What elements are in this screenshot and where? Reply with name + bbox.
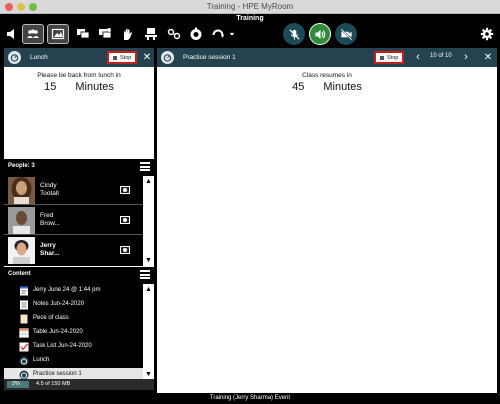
chevron-down-icon[interactable]: [227, 25, 237, 43]
content-item-label: Lunch: [33, 357, 50, 363]
timer-icon: [161, 51, 174, 64]
person-name: Cindy Tootall: [40, 182, 59, 197]
table-icon: [19, 328, 29, 338]
close-icon[interactable]: ✕: [141, 51, 153, 64]
content-item-label: Task List Jun-24-2020: [33, 343, 92, 349]
person-item[interactable]: Jerry Shar...: [4, 236, 144, 265]
stop-icon: [380, 55, 384, 60]
countdown-message: Class resumes in: [302, 72, 352, 79]
scroll-up-icon[interactable]: ▲: [143, 284, 154, 295]
avatar: [8, 207, 35, 234]
content-item-label: Jerry June 24 @ 1:44 pm: [33, 287, 101, 293]
content-item[interactable]: Table Jun-24-2020: [4, 326, 143, 340]
checklist-icon: [19, 342, 29, 352]
previous-icon[interactable]: ‹: [413, 51, 423, 64]
person-name: Jerry Shar...: [40, 242, 60, 257]
speaker-on-icon[interactable]: [309, 23, 331, 45]
room-title: Training: [236, 15, 264, 22]
window-title: Training - HPE MyRoom: [206, 2, 294, 11]
avatar: [8, 177, 35, 204]
person-name: Fred Brow...: [40, 212, 60, 227]
content-item-label: Notes Jun-24-2020: [33, 301, 85, 307]
people-title: People: 3: [8, 163, 35, 169]
countdown-number: 15: [44, 81, 57, 93]
avatar: [8, 237, 35, 264]
countdown-unit: Minutes: [75, 81, 114, 93]
content-header: Content: [4, 268, 154, 282]
timer-icon: [19, 356, 29, 366]
storage-percent: 2%: [12, 381, 20, 387]
settings-icon[interactable]: [478, 25, 496, 43]
content-item[interactable]: Task List Jun-24-2020: [4, 340, 143, 354]
menu-icon[interactable]: [140, 162, 150, 171]
left-stop-button[interactable]: Stop: [107, 51, 138, 64]
content-item[interactable]: Notes Jun-24-2020: [4, 298, 143, 312]
chat-multi-icon[interactable]: [96, 25, 114, 43]
scroll-up-icon[interactable]: ▲: [143, 176, 154, 187]
image-icon[interactable]: [47, 24, 69, 44]
content-item-label: Practice session 1: [33, 371, 82, 377]
notes-icon: [20, 300, 28, 310]
file-icon: [20, 314, 28, 324]
page-counter: 10 of 10: [430, 53, 452, 59]
left-panel-body: Please be back from lunch in 15 Minutes: [4, 67, 154, 159]
mic-muted-icon[interactable]: [283, 23, 305, 45]
speaker-icon[interactable]: [3, 25, 21, 43]
countdown-number: 45: [292, 81, 305, 93]
countdown-message: Please be back from lunch in: [37, 72, 121, 79]
storage-usage: 2% 4.5 of 150 MB: [4, 379, 154, 390]
people-scrollbar[interactable]: ▲ ▼: [143, 176, 154, 266]
video-tile-icon[interactable]: [120, 186, 130, 194]
status-bar: Training (Jerry Sharma) Event: [0, 393, 500, 404]
camera-off-icon[interactable]: [335, 23, 357, 45]
chat-icon[interactable]: [74, 25, 92, 43]
storage-text: 4.5 of 150 MB: [36, 381, 71, 387]
timer-icon: [8, 51, 21, 64]
content-title: Content: [8, 271, 31, 277]
left-panel-header: Lunch Stop ✕: [4, 48, 154, 67]
right-stop-button[interactable]: Stop: [374, 51, 405, 64]
scroll-down-icon[interactable]: ▼: [143, 255, 154, 266]
refresh-icon[interactable]: [209, 25, 227, 43]
stop-label: Stop: [120, 54, 132, 61]
document-icon: [20, 286, 28, 296]
menu-icon[interactable]: [140, 270, 150, 279]
people-icon[interactable]: [22, 24, 44, 44]
content-scrollbar[interactable]: ▲ ▼: [143, 284, 154, 380]
countdown-unit: Minutes: [323, 81, 362, 93]
content-item[interactable]: Lunch: [4, 354, 143, 368]
right-panel-body: Class resumes in 45 Minutes: [157, 67, 497, 393]
right-panel-header: Practice session 1 Stop ‹ 10 of 10 › ✕: [157, 48, 497, 67]
content-item-label: Pece of class: [33, 315, 69, 321]
content-item[interactable]: Jerry June 24 @ 1:44 pm: [4, 284, 143, 298]
window-title-bar: Training - HPE MyRoom: [0, 0, 500, 14]
toolbar: Training: [0, 14, 500, 48]
person-item[interactable]: Cindy Tootall: [4, 176, 144, 205]
timer-icon[interactable]: [187, 25, 205, 43]
person-item[interactable]: Fred Brow...: [4, 206, 144, 235]
stop-icon: [113, 55, 117, 60]
video-tile-icon[interactable]: [120, 246, 130, 254]
presenter-icon[interactable]: [142, 25, 160, 43]
section-divider: [4, 266, 154, 267]
next-icon[interactable]: ›: [461, 51, 471, 64]
content-item-label: Table Jun-24-2020: [33, 329, 83, 335]
left-panel-title: Lunch: [30, 54, 48, 61]
people-header: People: 3: [4, 160, 154, 174]
right-panel-title: Practice session 1: [183, 54, 236, 61]
stop-label: Stop: [387, 54, 399, 61]
close-icon[interactable]: ✕: [482, 51, 494, 64]
link-icon[interactable]: [165, 25, 183, 43]
raise-hand-icon[interactable]: [118, 25, 136, 43]
video-tile-icon[interactable]: [120, 216, 130, 224]
content-item[interactable]: Pece of class: [4, 312, 143, 326]
